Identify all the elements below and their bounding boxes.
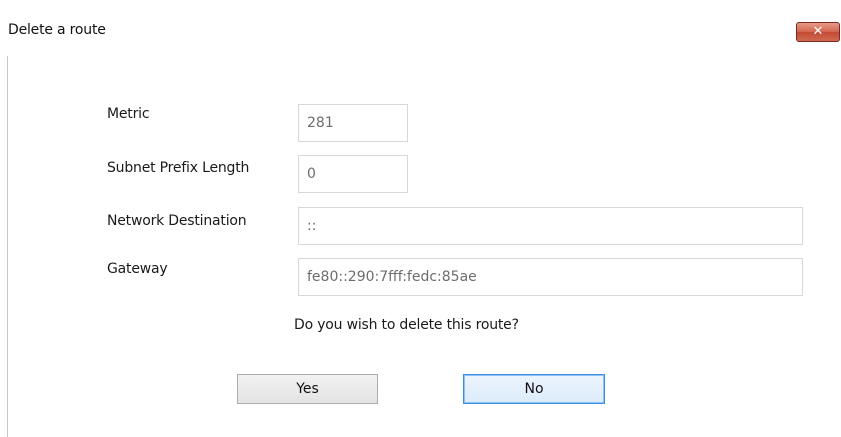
- dialog-title: Delete a route: [8, 22, 106, 38]
- delete-route-dialog: Delete a route ✕ Metric 281 Subnet Prefi…: [0, 0, 841, 437]
- gateway-label: Gateway: [107, 261, 168, 277]
- close-button[interactable]: ✕: [796, 22, 840, 42]
- window-left-border: [7, 56, 8, 437]
- gateway-field[interactable]: fe80::290:7fff:fedc:85ae: [298, 258, 803, 296]
- network-destination-label: Network Destination: [107, 213, 247, 229]
- title-bar: Delete a route ✕: [0, 0, 841, 56]
- subnet-prefix-length-field[interactable]: 0: [298, 155, 408, 193]
- yes-button[interactable]: Yes: [237, 374, 378, 404]
- close-icon: ✕: [812, 24, 824, 39]
- confirmation-prompt: Do you wish to delete this route?: [294, 317, 519, 333]
- metric-field[interactable]: 281: [298, 104, 408, 142]
- subnet-prefix-length-label: Subnet Prefix Length: [107, 160, 250, 176]
- metric-label: Metric: [107, 106, 150, 122]
- no-button[interactable]: No: [463, 374, 605, 404]
- network-destination-field[interactable]: ::: [298, 207, 803, 245]
